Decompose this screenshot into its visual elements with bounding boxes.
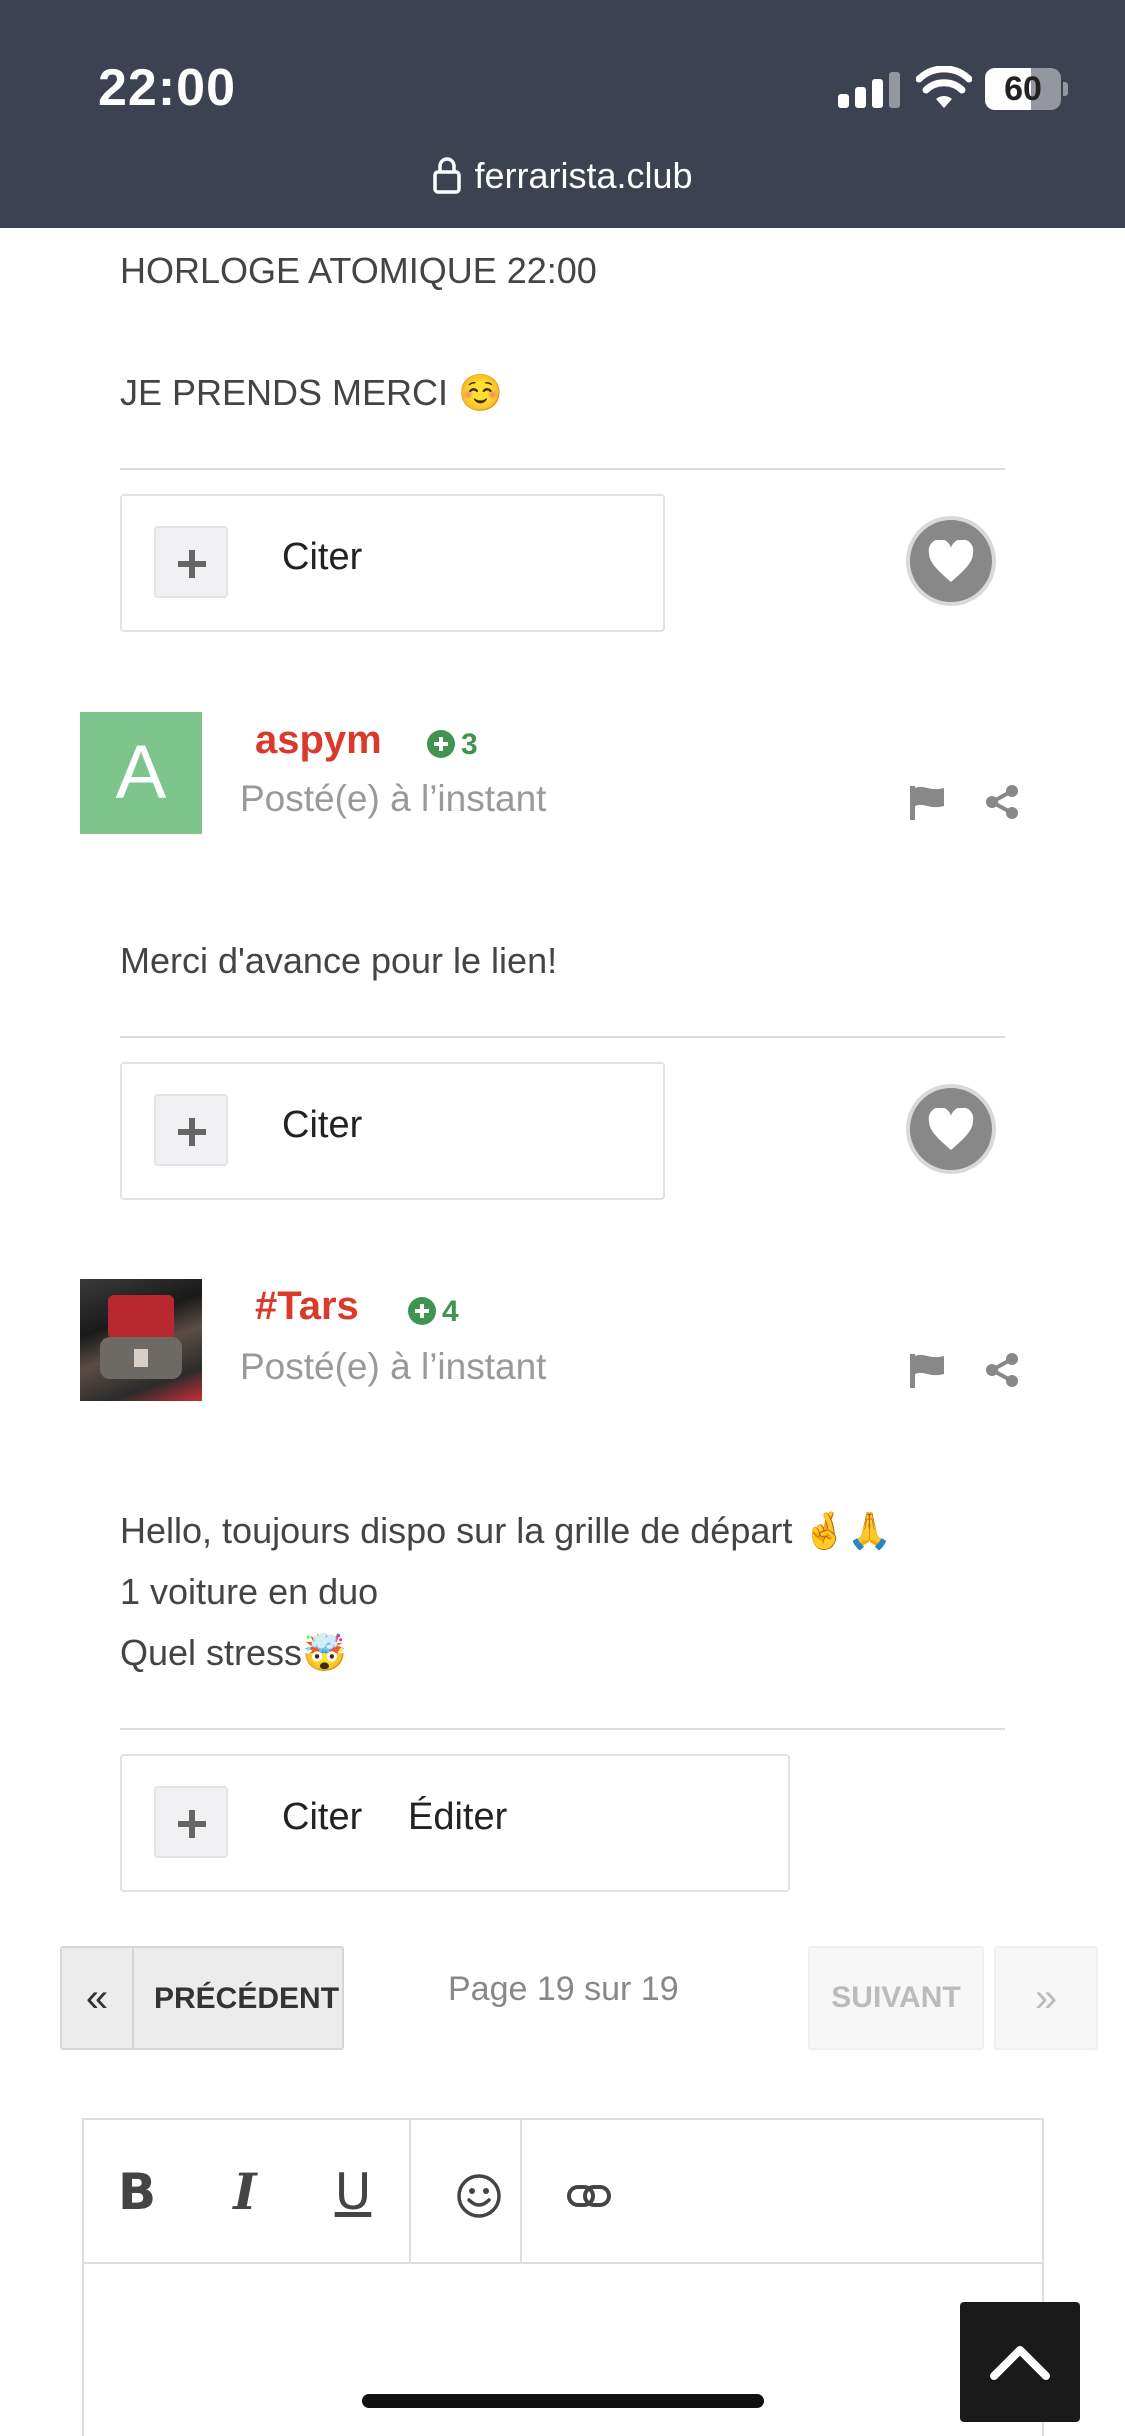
quote-button[interactable]: Citer: [282, 1104, 362, 1147]
plus-icon[interactable]: [154, 526, 228, 598]
wifi-icon: [916, 66, 972, 108]
divider: [120, 1728, 1005, 1730]
post-actions: Citer: [120, 494, 665, 632]
link-icon: [567, 2184, 611, 2207]
share-icon[interactable]: [984, 1352, 1020, 1388]
next-button[interactable]: SUIVANT: [808, 1946, 984, 2050]
like-button[interactable]: [906, 1084, 996, 1174]
username[interactable]: #Tars: [255, 1284, 359, 1329]
page-indicator: Page 19 sur 19: [448, 1970, 679, 2008]
avatar[interactable]: [80, 1279, 202, 1401]
battery-icon: 60: [985, 68, 1068, 110]
pagination-previous: « PRÉCÉDENT: [60, 1946, 344, 2050]
post-line: Hello, toujours dispo sur la grille de d…: [120, 1510, 893, 1551]
post-line: HORLOGE ATOMIQUE 22:00: [120, 250, 597, 291]
first-page-button[interactable]: «: [62, 1948, 134, 2048]
battery-level: 60: [1004, 70, 1042, 108]
italic-button[interactable]: I: [212, 2120, 278, 2264]
plus-icon[interactable]: [154, 1786, 228, 1858]
post-line: Merci d'avance pour le lien!: [120, 940, 558, 981]
browser-header: 22:00 60 ferrarista.club: [0, 0, 1125, 228]
flag-icon[interactable]: [908, 784, 948, 820]
quote-button[interactable]: Citer: [282, 536, 362, 579]
lock-icon: [433, 157, 462, 194]
scroll-to-top-button[interactable]: [960, 2302, 1080, 2422]
post-actions: Citer: [120, 1062, 665, 1200]
post-body: Merci d'avance pour le lien!: [120, 930, 557, 991]
share-icon[interactable]: [984, 784, 1020, 820]
reputation-count: 3: [461, 728, 478, 761]
signal-icon: [838, 72, 902, 108]
url-bar[interactable]: ferrarista.club: [0, 155, 1125, 197]
status-time: 22:00: [98, 59, 236, 117]
previous-button[interactable]: PRÉCÉDENT: [154, 1982, 339, 2016]
post-line: Quel stress🤯: [120, 1632, 347, 1673]
plus-circle-icon: [427, 730, 455, 758]
post-body: Hello, toujours dispo sur la grille de d…: [120, 1500, 892, 1683]
username[interactable]: aspym: [255, 718, 382, 763]
post-date[interactable]: Posté(e) à l’instant: [240, 778, 546, 820]
chevron-up-icon: [990, 2346, 1050, 2380]
underline-button[interactable]: U: [320, 2120, 386, 2264]
reputation-count: 4: [442, 1295, 459, 1328]
editor-toolbar: B I U: [84, 2120, 1042, 2264]
post-date[interactable]: Posté(e) à l’instant: [240, 1346, 546, 1388]
bold-button[interactable]: B: [104, 2120, 170, 2264]
plus-circle-icon: [408, 1297, 436, 1325]
url-text: ferrarista.club: [474, 155, 693, 196]
divider: [120, 1036, 1005, 1038]
post-line: JE PRENDS MERCI ☺️: [120, 372, 503, 413]
like-button[interactable]: [906, 516, 996, 606]
post-body: HORLOGE ATOMIQUE 22:00 JE PRENDS MERCI ☺…: [120, 240, 597, 423]
home-indicator: [362, 2394, 764, 2408]
flag-icon[interactable]: [908, 1352, 948, 1388]
reputation-badge: 4: [408, 1295, 459, 1329]
reply-editor: B I U: [82, 2118, 1044, 2436]
heart-icon: [928, 1108, 974, 1150]
divider: [120, 468, 1005, 470]
emoji-button[interactable]: [444, 2120, 514, 2264]
edit-button[interactable]: Éditer: [408, 1796, 507, 1839]
post-actions: Citer Éditer: [120, 1754, 790, 1892]
avatar[interactable]: A: [80, 712, 202, 834]
last-page-button[interactable]: »: [994, 1946, 1098, 2050]
post-line: 1 voiture en duo: [120, 1571, 379, 1612]
link-button[interactable]: [554, 2120, 624, 2264]
heart-icon: [928, 540, 974, 582]
reputation-badge: 3: [427, 728, 478, 762]
plus-icon[interactable]: [154, 1094, 228, 1166]
emoji-icon: [457, 2174, 501, 2218]
quote-button[interactable]: Citer: [282, 1796, 362, 1839]
